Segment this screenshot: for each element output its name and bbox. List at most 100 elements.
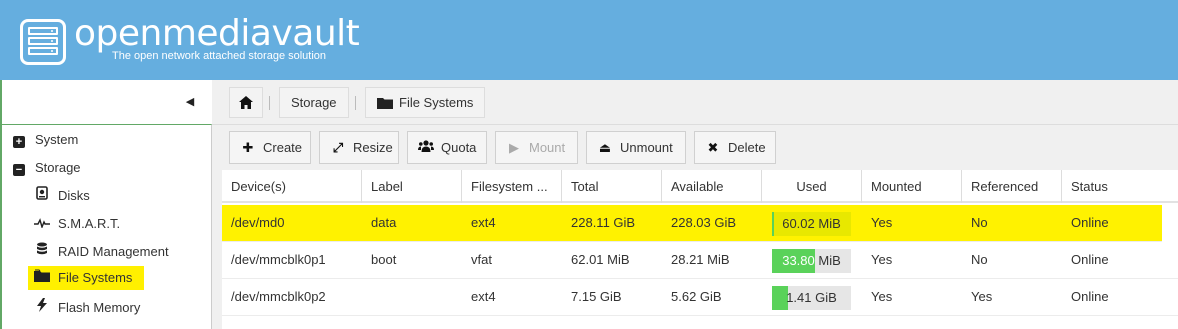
app-name: openmediavault [74,13,360,54]
cell-label: boot [371,252,397,267]
breadcrumb-label: File Systems [399,95,474,110]
usage-bar: 60.02 MiB [772,212,851,236]
cell-used: 60.02 MiB [762,205,862,242]
sidebar-item-label: S.M.A.R.T. [58,216,121,231]
minus-square-icon[interactable]: − [11,157,27,179]
cell-status: Online [1071,289,1109,304]
sidebar-item-smart[interactable]: S.M.A.R.T. [34,213,120,235]
sidebar-item-label: File Systems [58,270,133,285]
cell-filesystem: ext4 [471,289,496,304]
cell-mounted: Yes [871,215,893,230]
column-header-used[interactable]: Used [762,170,862,203]
column-header-mounted[interactable]: Mounted [862,170,962,203]
users-icon [418,132,434,163]
chevron-left-icon[interactable]: ◀ [180,92,200,112]
cell-referenced: No [971,252,988,267]
usage-bar: 33.80 MiB [772,249,851,273]
breadcrumb: Storage File Systems [212,80,1178,124]
button-label: Unmount [620,140,673,155]
cell-mounted: Yes [871,289,893,304]
column-header-available[interactable]: Available [662,170,762,203]
button-label: Mount [529,140,566,155]
cell-device: /dev/mmcblk0p2 [231,289,326,304]
sidebar: ◀ + System − Storage Disks S.M.A.R.T. RAID… [0,80,212,329]
column-header-devices[interactable]: Device(s) [222,170,362,203]
cell-referenced: No [971,215,988,230]
folder-icon [377,90,393,119]
cell-device: /dev/md0 [231,215,285,230]
home-icon[interactable] [229,87,263,118]
cell-mounted: Yes [871,252,893,267]
file-systems-table: Device(s) Label Filesystem ... Total Ava… [222,170,1178,329]
folder-icon [34,266,50,290]
mount-button[interactable]: ▶ Mount [495,131,578,164]
main-panel: Storage File Systems ✚ Create ⤢ Resize Quo… [212,80,1178,329]
delete-button[interactable]: ✖ Delete [694,131,776,164]
usage-value: 1.41 GiB [786,290,837,305]
database-icon [34,241,50,263]
server-logo-icon [20,19,66,65]
table-header: Device(s) Label Filesystem ... Total Ava… [222,170,1178,203]
close-icon: ✖ [707,140,719,155]
eject-icon: ⏏ [598,140,612,155]
column-header-label[interactable]: Label [362,170,462,203]
cell-available: 5.62 GiB [671,289,722,304]
cell-status: Online [1071,252,1109,267]
cell-device: /dev/mmcblk0p1 [231,252,326,267]
navigation-tree: + System − Storage Disks S.M.A.R.T. RAID M… [2,124,212,329]
unmount-button[interactable]: ⏏ Unmount [586,131,686,164]
column-header-total[interactable]: Total [562,170,662,203]
usage-bar: 1.41 GiB [772,286,851,310]
sidebar-item-raid[interactable]: RAID Management [34,241,169,263]
sidebar-item-system[interactable]: + System [11,129,78,151]
cell-available: 228.03 GiB [671,215,737,230]
toolbar: ✚ Create ⤢ Resize Quota ▶ Mount ⏏ Unmount ✖ D… [212,124,1178,169]
bolt-icon [34,297,50,319]
app-tagline: The open network attached storage soluti… [112,50,327,62]
column-header-referenced[interactable]: Referenced [962,170,1062,203]
cell-total: 7.15 GiB [571,289,622,304]
heartbeat-icon [34,213,50,235]
usage-value: 33.80 MiB [782,253,841,268]
cell-referenced: Yes [971,289,993,304]
table-row[interactable]: /dev/mmcblk0p2 ext4 7.15 GiB 5.62 GiB 1.41 G… [222,279,1178,316]
breadcrumb-file-systems[interactable]: File Systems [365,87,486,119]
sidebar-item-file-systems[interactable]: File Systems [28,266,145,290]
table-row[interactable]: /dev/mmcblk0p1 boot vfat 62.01 MiB 28.21 MiB… [222,242,1178,279]
sidebar-item-label: Storage [35,160,81,175]
table-row[interactable]: /dev/md0 data ext4 228.11 GiB 228.03 GiB 60.0… [222,205,1162,242]
cell-used: 1.41 GiB [762,279,862,316]
sidebar-item-storage[interactable]: − Storage [11,157,81,179]
quota-button[interactable]: Quota [407,131,487,164]
app-header: openmediavault The open network attached… [0,0,1178,80]
plus-square-icon[interactable]: + [11,129,27,151]
sidebar-item-label: Disks [58,188,90,203]
create-button[interactable]: ✚ Create [229,131,311,164]
cell-label [362,279,462,316]
cell-filesystem: ext4 [471,215,496,230]
column-header-status[interactable]: Status [1062,170,1178,203]
button-label: Resize [353,140,393,155]
cell-status: Online [1071,215,1109,230]
usage-value: 60.02 MiB [782,216,841,231]
cell-available: 28.21 MiB [671,252,730,267]
sidebar-item-label: Flash Memory [58,300,141,315]
sidebar-item-label: RAID Management [58,244,169,259]
cell-label: data [371,215,397,230]
expand-icon: ⤢ [332,140,344,155]
sidebar-item-disks[interactable]: Disks [34,185,90,207]
hdd-icon [34,185,50,207]
cell-filesystem: vfat [471,252,492,267]
button-label: Create [263,140,303,155]
play-icon: ▶ [509,140,519,155]
cell-total: 62.01 MiB [571,252,630,267]
button-label: Delete [728,140,766,155]
plus-icon: ✚ [242,140,254,155]
button-label: Quota [441,140,477,155]
column-header-filesystem[interactable]: Filesystem ... [462,170,562,203]
sidebar-item-flash-memory[interactable]: Flash Memory [34,297,140,319]
sidebar-item-label: System [35,132,79,147]
breadcrumb-storage[interactable]: Storage [279,87,349,118]
resize-button[interactable]: ⤢ Resize [319,131,399,164]
cell-total: 228.11 GiB [571,215,636,230]
